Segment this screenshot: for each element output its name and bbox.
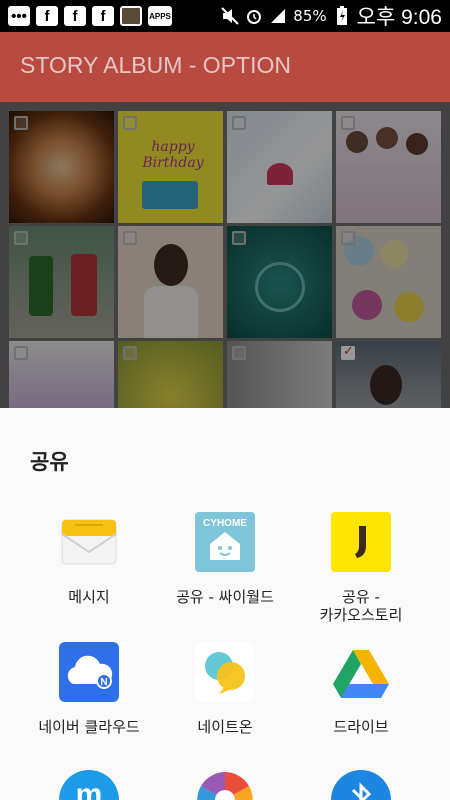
share-option-photo[interactable] bbox=[150, 770, 300, 800]
app-label: 메시지 bbox=[68, 588, 110, 606]
bluetooth-icon bbox=[331, 770, 391, 800]
share-option-cyworld[interactable]: CYHOME 공유 - 싸이월드 bbox=[150, 512, 300, 606]
share-title: 공유 bbox=[30, 450, 69, 474]
share-option-bluetooth[interactable] bbox=[286, 770, 436, 800]
google-drive-icon bbox=[331, 642, 391, 702]
share-option-drive[interactable]: 드라이브 bbox=[286, 642, 436, 736]
app-bar: STORY ALBUM - OPTION bbox=[0, 32, 450, 102]
clock: 오후 9:06 bbox=[356, 6, 442, 29]
camera-app-icon bbox=[120, 6, 142, 26]
chat-icon: ••• bbox=[8, 6, 30, 26]
battery-percent: 85% bbox=[293, 7, 327, 25]
page-title: STORY ALBUM - OPTION bbox=[20, 52, 291, 78]
share-option-nateon[interactable]: 네이트온 bbox=[150, 642, 300, 736]
app-label-line: 공유 - bbox=[342, 588, 380, 606]
share-option-kakaostory[interactable]: 공유 - 카카오스토리 bbox=[286, 512, 436, 624]
naver-cloud-icon: N bbox=[59, 642, 119, 702]
status-bar: ••• f f f APPS 85% 오후 9:06 bbox=[0, 0, 450, 32]
photo-icon bbox=[195, 770, 255, 800]
apps-icon: APPS bbox=[148, 6, 172, 26]
signal-icon bbox=[269, 7, 287, 25]
photo-grid: happy Birthday bbox=[0, 102, 450, 408]
naver-band-icon: m bbox=[59, 770, 119, 800]
share-option-band[interactable]: m bbox=[14, 770, 164, 800]
dim-overlay[interactable] bbox=[0, 102, 450, 408]
alarm-icon bbox=[245, 7, 263, 25]
notification-icons: ••• f f f APPS bbox=[8, 6, 172, 26]
share-sheet: 공유 메시지 CYHOME 공유 - 싸이월드 공유 - 카카오스토리 N 네이… bbox=[0, 408, 450, 800]
cyworld-icon: CYHOME bbox=[195, 512, 255, 572]
app-label: 공유 - 카카오스토리 bbox=[286, 588, 436, 624]
kakaostory-icon bbox=[331, 512, 391, 572]
app-label: 네이버 클라우드 bbox=[38, 718, 140, 736]
facebook-icon: f bbox=[92, 6, 114, 26]
facebook-icon: f bbox=[64, 6, 86, 26]
svg-text:N: N bbox=[100, 677, 107, 688]
nateon-icon bbox=[195, 642, 255, 702]
app-label: 네이트온 bbox=[197, 718, 253, 736]
message-icon bbox=[59, 512, 119, 572]
battery-icon bbox=[333, 6, 351, 25]
facebook-icon: f bbox=[36, 6, 58, 26]
system-status: 85% 오후 9:06 bbox=[221, 1, 442, 31]
app-label-line: 카카오스토리 bbox=[319, 606, 403, 624]
app-label: 드라이브 bbox=[333, 718, 389, 736]
mute-icon bbox=[221, 7, 240, 25]
share-option-naver-cloud[interactable]: N 네이버 클라우드 bbox=[14, 642, 164, 736]
app-label: 공유 - 싸이월드 bbox=[176, 588, 274, 606]
share-option-message[interactable]: 메시지 bbox=[14, 512, 164, 606]
